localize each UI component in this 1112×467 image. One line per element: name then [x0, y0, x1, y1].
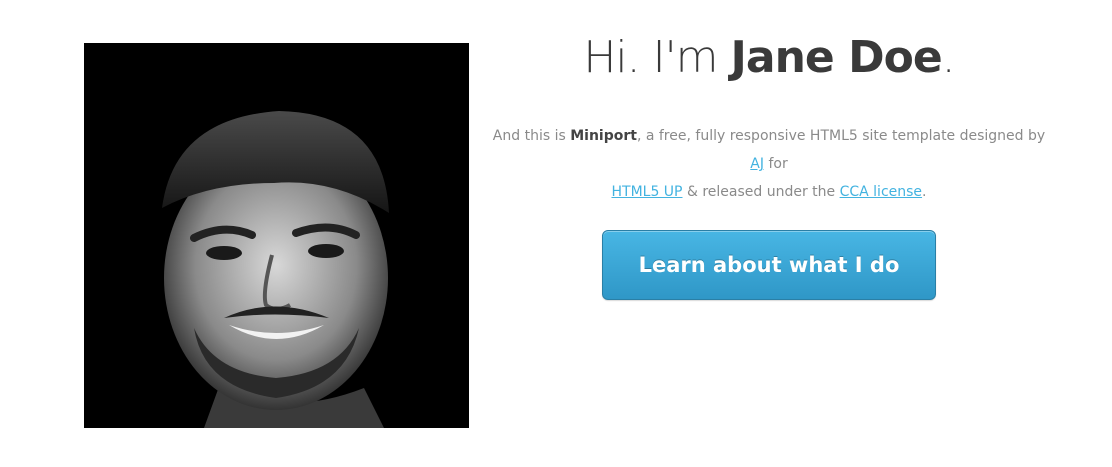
license-link[interactable]: CCA license: [840, 184, 922, 200]
headline-period: .: [941, 32, 956, 83]
author-link[interactable]: AJ: [750, 156, 764, 172]
headline-name: Jane Doe: [730, 32, 943, 83]
product-name: Miniport: [570, 128, 637, 144]
intro-text: And this is Miniport, a free, fully resp…: [489, 122, 1049, 206]
html5up-link[interactable]: HTML5 UP: [611, 184, 682, 200]
headline-greeting: Hi. I'm: [583, 32, 731, 83]
blurb-text-1: And this is: [492, 128, 571, 144]
blurb-text-4: & released under the: [682, 184, 840, 200]
page: Hi. I'm Jane Doe. And this is Miniport, …: [0, 0, 1112, 467]
intro-section: Hi. I'm Jane Doe. And this is Miniport, …: [475, 0, 1063, 300]
page-title: Hi. I'm Jane Doe.: [475, 28, 1063, 88]
learn-more-button[interactable]: Learn about what I do: [602, 230, 936, 300]
blurb-text-3: for: [764, 156, 788, 172]
portrait-illustration: [84, 43, 469, 428]
profile-photo: [84, 43, 469, 428]
blurb-text-5: .: [922, 184, 927, 200]
blurb-text-2: , a free, fully responsive HTML5 site te…: [636, 128, 1046, 144]
